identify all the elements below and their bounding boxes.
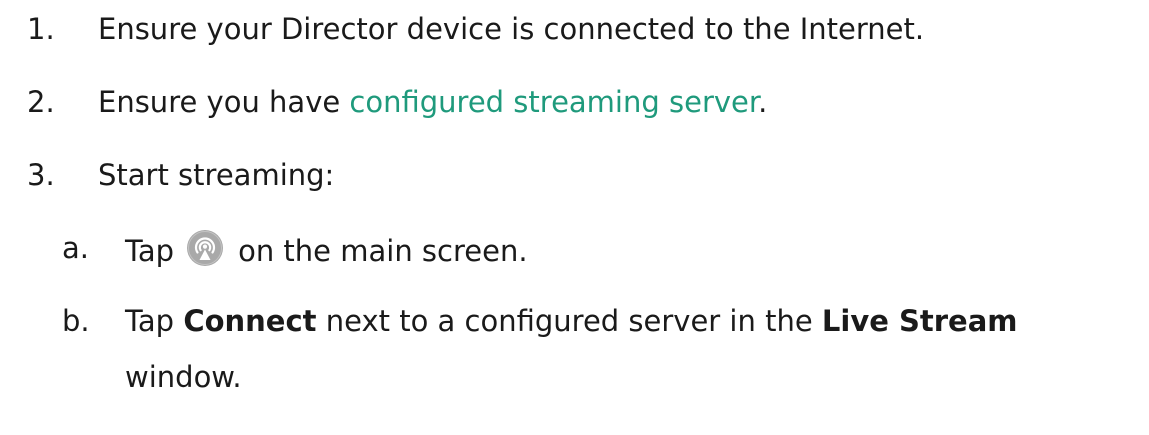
substep-letter: a. bbox=[62, 231, 89, 265]
substep-text-before: Tap bbox=[125, 304, 184, 338]
configured-streaming-server-link[interactable]: configured streaming server bbox=[349, 85, 758, 119]
substep-text-after: on the main screen. bbox=[238, 234, 528, 268]
substep-text: Tap Connect next to a configured server … bbox=[125, 302, 1018, 340]
instructions-document: 1. Ensure your Director device is connec… bbox=[0, 0, 1149, 435]
step-text-before: Ensure you have bbox=[98, 85, 350, 119]
connect-label: Connect bbox=[183, 304, 317, 338]
live-stream-label: Live Stream bbox=[821, 304, 1018, 338]
substep-text-line2: window. bbox=[125, 360, 242, 394]
step-number: 1. bbox=[27, 12, 55, 46]
substep-letter: b. bbox=[62, 304, 90, 338]
step-text: Start streaming: bbox=[98, 158, 335, 192]
substep-text: Tap on the main screen. bbox=[125, 229, 528, 270]
substep-text-middle: next to a configured server in the bbox=[316, 304, 822, 338]
step-text: Ensure your Director device is connected… bbox=[98, 12, 925, 46]
step-text: Ensure you have configured streaming ser… bbox=[98, 83, 767, 121]
step-text-after: . bbox=[758, 85, 768, 119]
substep-text-before: Tap bbox=[125, 234, 175, 268]
step-number: 2. bbox=[27, 85, 55, 119]
live-stream-icon bbox=[186, 229, 224, 267]
step-number: 3. bbox=[27, 158, 55, 192]
